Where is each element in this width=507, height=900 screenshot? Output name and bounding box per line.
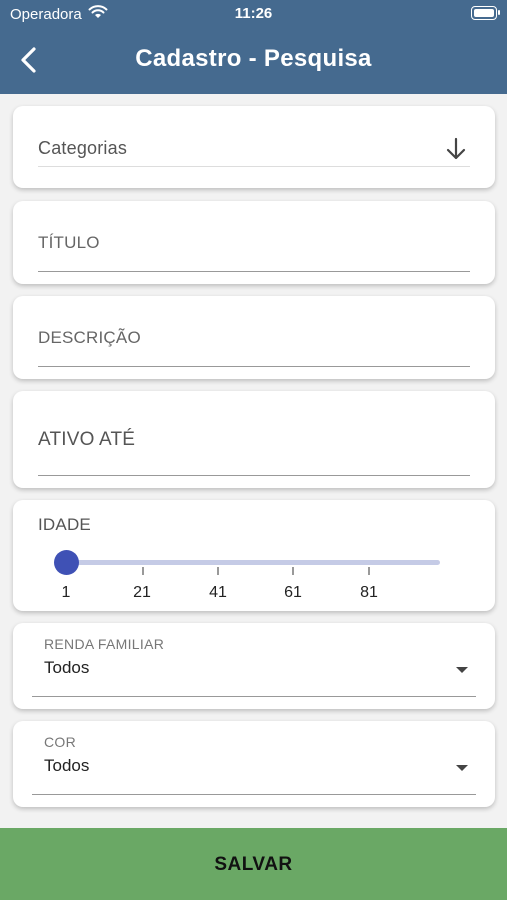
cor-select[interactable]: COR Todos <box>13 721 495 807</box>
arrow-down-icon <box>446 137 466 160</box>
tick-label: 1 <box>61 584 71 601</box>
renda-familiar-label: RENDA FAMILIAR <box>44 636 165 652</box>
descricao-label: DESCRIÇÃO <box>38 328 141 347</box>
titulo-label: TÍTULO <box>38 233 100 252</box>
slider-tick <box>292 567 294 575</box>
tick-label: 21 <box>133 584 151 601</box>
renda-familiar-select[interactable]: RENDA FAMILIAR Todos <box>13 623 495 709</box>
slider-tick <box>142 567 144 575</box>
titulo-underline <box>38 271 470 272</box>
page-title: Cadastro - Pesquisa <box>135 45 372 72</box>
save-button-label: SALVAR <box>214 854 293 875</box>
ativo-ate-underline <box>38 475 470 476</box>
categorias-label: Categorias <box>38 138 128 158</box>
cor-label: COR <box>44 734 77 750</box>
cor-value: Todos <box>44 756 90 775</box>
titulo-field[interactable]: TÍTULO <box>13 201 495 284</box>
tick-label: 61 <box>284 584 302 601</box>
idade-label: IDADE <box>38 515 91 534</box>
tick-label: 41 <box>209 584 227 601</box>
slider-tick <box>368 567 370 575</box>
renda-familiar-underline <box>32 696 476 697</box>
slider-tick <box>217 567 219 575</box>
categorias-dropdown[interactable]: Categorias <box>13 106 495 188</box>
ativo-ate-label: ATIVO ATÉ <box>38 429 136 450</box>
cor-underline <box>32 794 476 795</box>
descricao-underline <box>38 366 470 367</box>
ativo-ate-field[interactable]: ATIVO ATÉ <box>13 391 495 488</box>
battery-icon <box>471 6 500 20</box>
caret-down-icon <box>456 667 468 673</box>
idade-slider-track[interactable] <box>68 560 440 565</box>
save-button[interactable]: SALVAR <box>0 828 507 900</box>
tick-label: 81 <box>360 584 378 601</box>
idade-slider-thumb[interactable] <box>54 550 79 575</box>
idade-card: IDADE 1 21 41 61 81 <box>13 500 495 611</box>
app-header: Operadora 11:26 Cadastro - Pesquisa <box>0 0 507 94</box>
renda-familiar-value: Todos <box>44 658 90 677</box>
status-time: 11:26 <box>234 5 273 22</box>
status-bar: Operadora 11:26 <box>0 0 507 28</box>
categorias-underline <box>38 166 470 167</box>
caret-down-icon <box>456 765 468 771</box>
descricao-field[interactable]: DESCRIÇÃO <box>13 296 495 379</box>
